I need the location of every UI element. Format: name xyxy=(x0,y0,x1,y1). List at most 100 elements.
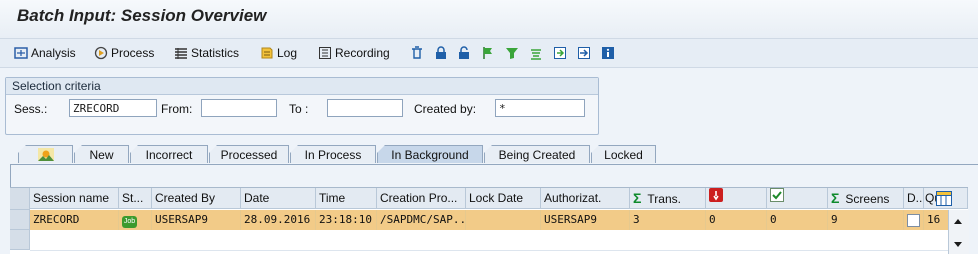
process-label: Process xyxy=(111,46,155,60)
process-icon xyxy=(94,46,108,60)
title-bar: Batch Input: Session Overview xyxy=(0,0,978,38)
tab-processed[interactable]: Processed xyxy=(209,145,289,163)
lock-icon xyxy=(434,46,448,60)
col-header-created-by[interactable]: Created By xyxy=(152,188,241,209)
tab-in-background[interactable]: In Background xyxy=(377,145,483,163)
job-status-icon: Job xyxy=(122,216,137,228)
error-icon xyxy=(709,188,723,208)
tab-new[interactable]: New xyxy=(74,145,129,163)
created-by-label: Created by: xyxy=(414,102,477,116)
log-label: Log xyxy=(277,46,298,60)
col-header-creation-program[interactable]: Creation Pro... xyxy=(377,188,466,209)
created-by-input[interactable]: * xyxy=(495,99,585,117)
selection-criteria-header: Selection criteria xyxy=(6,78,598,95)
status-cell: Job xyxy=(119,210,152,230)
vertical-scrollbar[interactable] xyxy=(948,210,969,254)
screens-cell: 9 xyxy=(828,210,904,230)
lock-button[interactable] xyxy=(434,39,448,67)
col-header-date[interactable]: Date xyxy=(241,188,316,209)
filter-icon xyxy=(505,46,519,60)
sort-icon xyxy=(529,46,543,60)
creation-program-cell: /SAPDMC/SAP... xyxy=(377,210,466,230)
tab-strip: New Incorrect Processed In Process In Ba… xyxy=(18,145,978,164)
analysis-label: Analysis xyxy=(31,46,76,60)
analysis-icon xyxy=(14,46,28,60)
to-label: To : xyxy=(289,102,309,116)
col-header-authorization[interactable]: Authorizat. xyxy=(541,188,630,209)
log-icon xyxy=(260,46,274,60)
tab-incorrect[interactable]: Incorrect xyxy=(130,145,208,163)
recording-label: Recording xyxy=(335,46,390,60)
statistics-button[interactable]: Statistics xyxy=(174,39,239,67)
created-by-cell: USERSAP9 xyxy=(152,210,241,230)
col-header-errors[interactable] xyxy=(706,188,767,209)
errors-cell: 0 xyxy=(706,210,767,230)
to-date-input[interactable] xyxy=(327,99,403,117)
col-header-screens[interactable]: Σ Screens xyxy=(828,188,904,209)
unlock-button[interactable] xyxy=(457,39,471,67)
from-date-input[interactable] xyxy=(201,99,277,117)
export-local-icon xyxy=(577,46,591,60)
tab-divider xyxy=(10,164,978,165)
export-button[interactable] xyxy=(553,39,567,67)
scroll-up-icon[interactable] xyxy=(953,214,963,228)
selection-criteria-title: Selection criteria xyxy=(12,79,101,93)
recording-button[interactable]: Recording xyxy=(318,39,390,67)
log-button[interactable]: Log xyxy=(260,39,297,67)
session-name-cell: ZRECORD xyxy=(30,210,119,230)
col-header-queue[interactable]: Qu xyxy=(924,188,968,209)
sum-icon: Σ xyxy=(633,190,642,206)
tab-overview[interactable] xyxy=(18,145,73,163)
col-header-session-name[interactable]: Session name xyxy=(30,188,119,209)
statistics-label: Statistics xyxy=(191,46,240,60)
info-icon xyxy=(601,46,615,60)
window-title: Batch Input: Session Overview xyxy=(17,6,267,25)
select-all-cell[interactable] xyxy=(10,188,30,210)
export-local-button[interactable] xyxy=(577,39,591,67)
process-button[interactable]: Process xyxy=(94,39,154,67)
row-selector[interactable] xyxy=(10,230,30,250)
processed-cell: 0 xyxy=(767,210,828,230)
info-button[interactable] xyxy=(601,39,615,67)
export-icon xyxy=(553,46,567,60)
recording-icon xyxy=(318,46,332,60)
scroll-down-icon[interactable] xyxy=(953,238,963,252)
from-label: From: xyxy=(161,102,193,116)
table-row-empty[interactable] xyxy=(30,230,948,251)
col-header-status[interactable]: St... xyxy=(119,188,152,209)
time-cell: 23:18:10 xyxy=(316,210,377,230)
lock-date-cell xyxy=(466,210,541,230)
application-toolbar: Analysis Process Statistics Log Recordin… xyxy=(0,38,978,68)
session-input[interactable]: ZRECORD xyxy=(69,99,157,117)
tab-being-created[interactable]: Being Created xyxy=(484,145,590,163)
queue-cell: 16 xyxy=(927,213,941,226)
d-checkbox-cell xyxy=(904,210,924,230)
col-header-lock-date[interactable]: Lock Date xyxy=(466,188,541,209)
screens-label: Screens xyxy=(845,192,890,206)
sum-icon: Σ xyxy=(831,190,840,206)
analysis-button[interactable]: Analysis xyxy=(14,39,76,67)
col-header-transactions[interactable]: Σ Trans. xyxy=(630,188,706,209)
checkmark-icon xyxy=(770,188,784,208)
transactions-label: Trans. xyxy=(647,192,681,206)
col-header-processed[interactable] xyxy=(767,188,828,209)
flag-button[interactable] xyxy=(481,39,495,67)
transactions-cell: 3 xyxy=(630,210,706,230)
delete-icon xyxy=(410,46,424,60)
col-header-d[interactable]: D.. xyxy=(904,188,924,209)
d-checkbox[interactable] xyxy=(907,214,920,227)
statistics-icon xyxy=(174,46,188,60)
table-row[interactable]: ZRECORD Job USERSAP9 28.09.2016 23:18:10… xyxy=(30,210,948,230)
col-header-time[interactable]: Time xyxy=(316,188,377,209)
tab-locked[interactable]: Locked xyxy=(591,145,656,163)
session-table: Session name St... Created By Date Time … xyxy=(10,187,969,254)
delete-button[interactable] xyxy=(410,39,424,67)
row-selector[interactable] xyxy=(10,210,30,230)
unlock-icon xyxy=(457,46,471,60)
filter-button[interactable] xyxy=(505,39,519,67)
sort-button[interactable] xyxy=(529,39,543,67)
tab-in-process[interactable]: In Process xyxy=(290,145,376,163)
selection-criteria-group: Selection criteria Sess.: ZRECORD From: … xyxy=(5,77,599,135)
date-cell: 28.09.2016 xyxy=(241,210,316,230)
column-settings-icon[interactable] xyxy=(936,191,952,208)
